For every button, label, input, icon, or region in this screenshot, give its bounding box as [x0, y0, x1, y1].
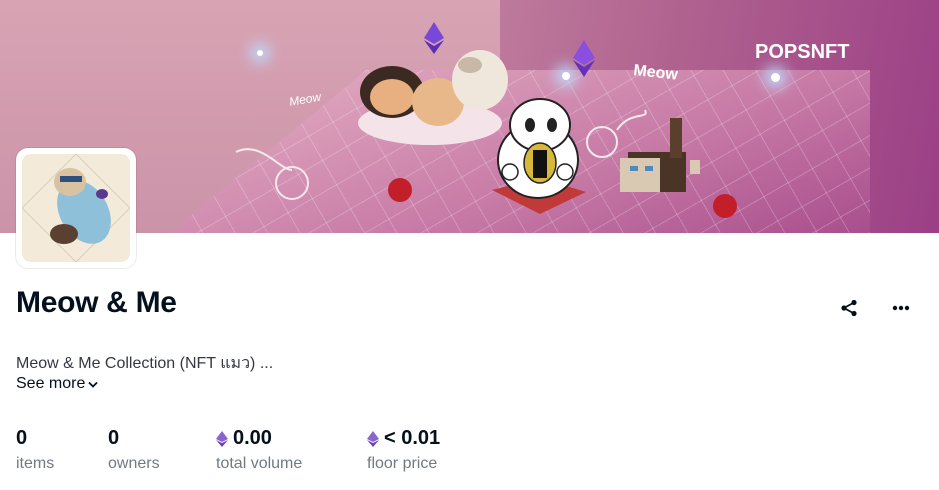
- stat-total-volume[interactable]: 0.00 total volume: [216, 427, 302, 473]
- see-more-button[interactable]: See more: [16, 375, 99, 393]
- see-more-label: See more: [16, 375, 86, 392]
- svg-text:Meow: Meow: [633, 62, 680, 84]
- collection-title: Meow & Me: [16, 286, 177, 319]
- yarn-ball-outline: [586, 126, 618, 158]
- cat-white: [452, 50, 508, 110]
- stat-label: floor price: [367, 455, 438, 472]
- stat-label: owners: [108, 455, 160, 472]
- svg-text:Meow: Meow: [288, 89, 323, 109]
- pixel-cat: [620, 118, 700, 192]
- eth-diamond-icon: [424, 22, 444, 54]
- brand-logo: POPSNFT: [755, 41, 849, 63]
- stat-value: < 0.01: [384, 427, 441, 449]
- more-options-button[interactable]: [883, 290, 919, 326]
- yarn-ball-outline: [275, 166, 309, 200]
- share-icon: [841, 299, 857, 317]
- collection-banner: Meow Meow POPSNFT: [0, 0, 939, 233]
- stat-floor-price[interactable]: < 0.01 floor price: [367, 427, 440, 473]
- stat-items[interactable]: 0 items: [16, 427, 54, 473]
- yarn-ball: [388, 178, 412, 202]
- more-icon: [892, 305, 910, 311]
- stat-value: 0: [108, 427, 120, 449]
- collection-description: Meow & Me Collection (NFT แมว) ...: [16, 355, 274, 372]
- collection-logo-image: [22, 154, 130, 262]
- share-button[interactable]: [831, 290, 867, 326]
- stat-value: 0.00: [233, 427, 272, 449]
- eth-diamond-icon: [573, 40, 595, 77]
- stat-label: total volume: [216, 455, 303, 472]
- eth-icon: [367, 430, 379, 447]
- stat-label: items: [16, 455, 55, 472]
- eth-icon: [216, 430, 228, 447]
- collection-logo[interactable]: [16, 148, 136, 268]
- lucky-cat: [492, 98, 586, 214]
- stat-owners[interactable]: 0 owners: [108, 427, 160, 473]
- chevron-down-icon: [88, 381, 99, 388]
- yarn-ball: [713, 194, 737, 218]
- banner-artwork: Meow Meow POPSNFT: [235, 22, 849, 218]
- stat-value: 0: [16, 427, 28, 449]
